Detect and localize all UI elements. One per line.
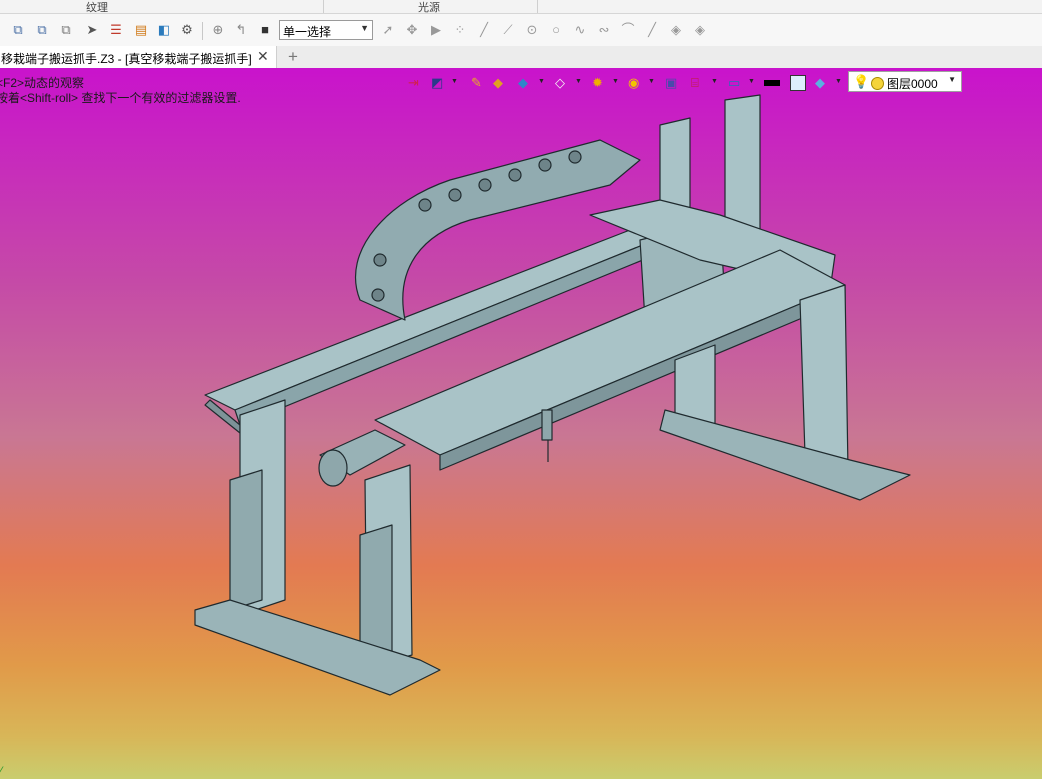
ribbon-group-labels: 纹理 光源 — [0, 0, 1042, 14]
part-icon[interactable]: ◧ — [156, 22, 172, 38]
toolbar-separator — [202, 22, 203, 40]
layer-icon[interactable]: ◈ — [668, 22, 684, 38]
3d-viewport[interactable]: <F2>动态的观察 按着<Shift-roll> 查找下一个有效的过滤器设置. … — [0, 68, 1042, 779]
chain-link — [538, 158, 552, 172]
scatter-icon[interactable]: ⁘ — [452, 22, 468, 38]
right-base — [659, 409, 911, 501]
ribbon-label-light: 光源 — [418, 2, 440, 14]
folder-icon[interactable]: ▤ — [133, 22, 149, 38]
cursor-icon[interactable]: ➚ — [380, 22, 396, 38]
circle2-icon[interactable]: ○ — [548, 22, 564, 38]
ribbon-label-texture: 纹理 — [86, 2, 108, 14]
circle-icon[interactable]: ⊙ — [524, 22, 540, 38]
selection-filter-value: 单一选择 — [283, 25, 332, 39]
selection-filter-dropdown[interactable]: 单一选择 ▼ — [279, 20, 373, 40]
gantry-model[interactable] — [0, 68, 1042, 779]
add-tab-button[interactable]: + — [288, 47, 298, 67]
document-tab-title: 移栽端子搬运抓手.Z3 - [真空移栽端子搬运抓手] — [1, 52, 252, 66]
chain-link — [508, 168, 522, 182]
sketch-toolbar: ➚ ✥ ▶ ⁘ ╱ ⟋ ⊙ ○ ∿ ∾ ⌒ ╱ ◈ ◈ — [376, 14, 1042, 46]
chain-link — [478, 178, 492, 192]
undo-pick-icon[interactable]: ↰ — [233, 22, 249, 38]
filter-icon[interactable]: ■ — [257, 22, 273, 38]
curve-icon[interactable]: ∿ — [572, 22, 588, 38]
left-gusset — [229, 469, 263, 611]
document-tab-bar: 移栽端子搬运抓手.Z3 - [真空移栽端子搬运抓手] ✕ + — [0, 46, 1042, 69]
gripper — [541, 409, 553, 441]
chain-link — [373, 253, 387, 267]
document-tab[interactable]: 移栽端子搬运抓手.Z3 - [真空移栽端子搬运抓手] ✕ — [0, 46, 277, 68]
line2-icon[interactable]: ⟋ — [500, 22, 516, 38]
list-icon[interactable]: ☰ — [108, 22, 124, 38]
pointer-icon[interactable]: ➤ — [84, 22, 100, 38]
play-icon[interactable]: ▶ — [428, 22, 444, 38]
ribbon-divider — [537, 0, 538, 13]
z-axis-column-rear — [724, 94, 761, 237]
assembly2-icon[interactable]: ⧉ — [34, 22, 50, 38]
front-beam-top — [374, 249, 846, 456]
ribbon-divider — [323, 0, 324, 13]
point-pick-icon[interactable]: ✥ — [404, 22, 420, 38]
close-icon[interactable]: ✕ — [257, 48, 269, 65]
motor-end — [318, 449, 348, 487]
assembly-icon[interactable]: ⧉ — [10, 22, 26, 38]
wave-icon[interactable]: ∾ — [596, 22, 612, 38]
assembly3-icon[interactable]: ⧉ — [58, 22, 74, 38]
right-front-leg — [799, 284, 849, 471]
chevron-down-icon: ▼ — [360, 23, 369, 33]
slash-icon[interactable]: ╱ — [644, 22, 660, 38]
layer2-icon[interactable]: ◈ — [692, 22, 708, 38]
chain-link — [568, 150, 582, 164]
chain-link — [418, 198, 432, 212]
axis-triad-icon: ⁄ — [0, 764, 3, 778]
line-icon[interactable]: ╱ — [476, 22, 492, 38]
snap-icon[interactable]: ⊕ — [210, 22, 226, 38]
chain-link — [448, 188, 462, 202]
settings-icon[interactable]: ⚙ — [179, 22, 195, 38]
arc-icon[interactable]: ⌒ — [620, 22, 636, 38]
chain-link — [371, 288, 385, 302]
